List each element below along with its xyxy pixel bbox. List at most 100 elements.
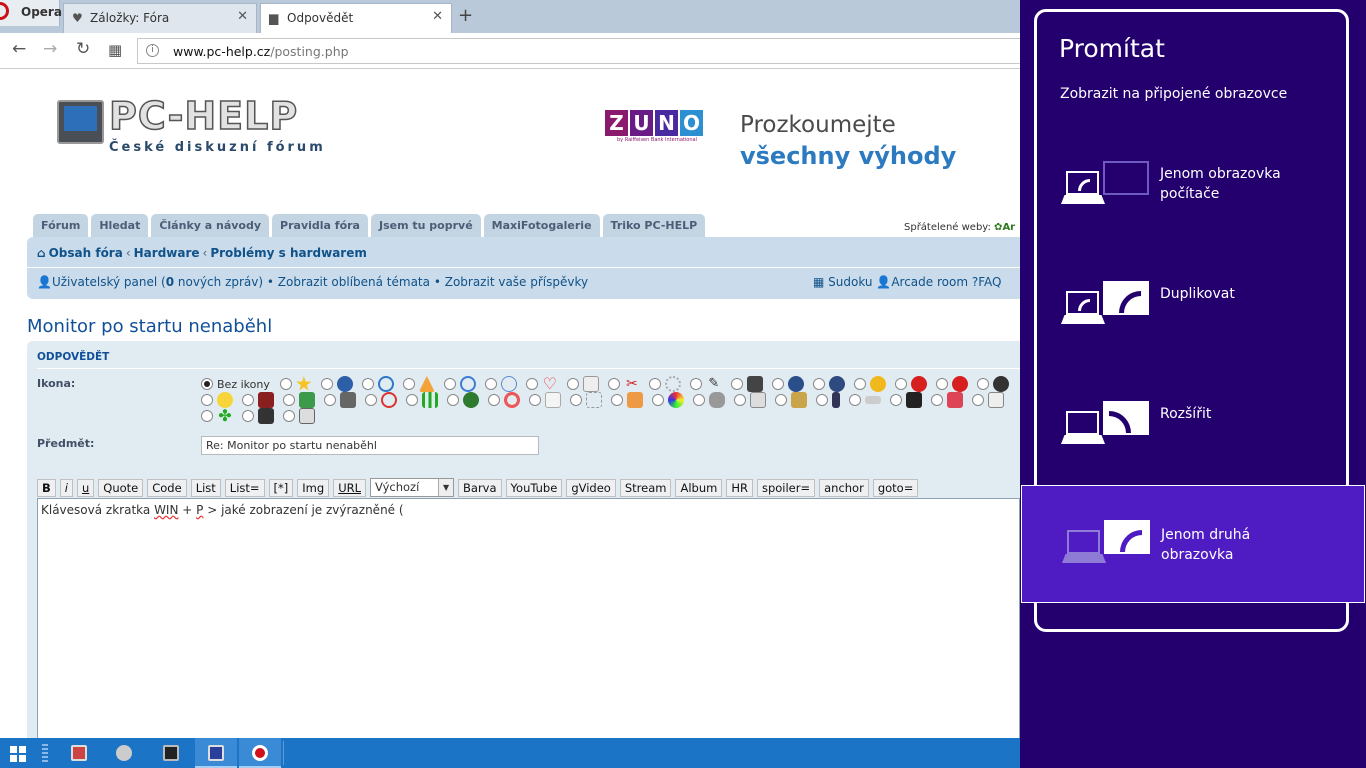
site-info-icon[interactable]: i — [146, 44, 159, 57]
spoiler-button[interactable]: spoiler= — [756, 478, 816, 497]
close-tab-icon[interactable]: ✕ — [432, 9, 443, 24]
option-duplicate[interactable]: Duplikovat — [1021, 247, 1365, 365]
icon-radio[interactable] — [976, 378, 989, 390]
icon-radio-none[interactable] — [201, 378, 213, 390]
breadcrumb-item[interactable]: Problémy s hardwarem — [210, 246, 367, 260]
icon-radio[interactable] — [931, 394, 943, 406]
url-button[interactable]: URL — [333, 478, 367, 497]
ordered-list-button[interactable]: List= — [224, 478, 265, 497]
windows-start-icon[interactable] — [10, 746, 26, 762]
icon-radio[interactable] — [361, 378, 374, 390]
message-textarea[interactable]: Klávesová zkratka WIN + P > jaké zobraze… — [37, 498, 1020, 741]
icon-radio[interactable] — [816, 394, 828, 406]
icon-radio[interactable] — [447, 394, 459, 406]
italic-button[interactable]: i — [59, 478, 73, 497]
nav-tab-first-time[interactable]: Jsem tu poprvé — [371, 214, 481, 238]
icon-radio[interactable] — [734, 394, 746, 406]
sudoku-link[interactable]: Sudoku — [828, 275, 872, 289]
icon-radio[interactable] — [566, 378, 579, 390]
forward-icon[interactable]: → — [43, 39, 57, 59]
tab-bookmarks[interactable]: ♥ Záložky: Fóra ✕ — [63, 3, 257, 33]
close-tab-icon[interactable]: ✕ — [237, 9, 248, 24]
gvideo-button[interactable]: gVideo — [566, 478, 616, 497]
goto-button[interactable]: goto= — [872, 478, 919, 497]
nav-tab-tshirt[interactable]: Triko PC-HELP — [602, 214, 706, 238]
bold-button[interactable]: B — [37, 478, 56, 497]
anchor-button[interactable]: anchor — [819, 478, 869, 497]
nav-tab-gallery[interactable]: MaxiFotogalerie — [483, 214, 600, 238]
icon-radio[interactable] — [771, 378, 784, 390]
icon-radio[interactable] — [402, 378, 415, 390]
icon-radio[interactable] — [406, 394, 418, 406]
underline-button[interactable]: u — [76, 478, 95, 497]
faq-link[interactable]: FAQ — [978, 275, 1001, 289]
icon-radio[interactable] — [890, 394, 902, 406]
icon-radio[interactable] — [607, 378, 620, 390]
option-extend[interactable]: Rozšířit — [1021, 367, 1365, 485]
site-logo[interactable]: PC-HELP České diskuzní fórum — [57, 93, 357, 160]
icon-radio[interactable] — [324, 394, 336, 406]
home-icon[interactable]: ⌂ — [37, 246, 46, 260]
icon-radio[interactable] — [283, 394, 295, 406]
icon-radio[interactable] — [812, 378, 825, 390]
stream-button[interactable]: Stream — [619, 478, 672, 497]
reload-icon[interactable]: ↻ — [76, 39, 90, 59]
hr-button[interactable]: HR — [726, 478, 753, 497]
user-panel-link[interactable]: Uživatelský panel (0 nových zpráv) — [52, 275, 263, 289]
icon-radio[interactable] — [894, 378, 907, 390]
icon-radio[interactable] — [201, 394, 213, 406]
icon-radio[interactable] — [689, 378, 702, 390]
icon-radio[interactable] — [849, 394, 861, 406]
ad-line-2[interactable]: všechny výhody — [740, 142, 956, 170]
new-tab-icon[interactable]: + — [458, 5, 473, 26]
icon-radio[interactable] — [242, 410, 254, 422]
code-button[interactable]: Code — [147, 478, 187, 497]
taskbar-camera-app[interactable] — [150, 738, 192, 768]
opera-menu-button[interactable]: Opera — [0, 0, 62, 26]
favorite-topics-link[interactable]: Zobrazit oblíbená témata — [278, 275, 430, 289]
arcade-link[interactable]: Arcade room — [891, 275, 968, 289]
icon-radio[interactable] — [775, 394, 787, 406]
icon-radio[interactable] — [283, 410, 295, 422]
option-pc-screen-only[interactable]: Jenom obrazovka počítače — [1021, 127, 1365, 245]
icon-radio[interactable] — [443, 378, 456, 390]
icon-radio[interactable] — [484, 378, 497, 390]
icon-radio[interactable] — [201, 410, 213, 422]
color-button[interactable]: Barva — [458, 478, 502, 497]
icon-radio[interactable] — [693, 394, 705, 406]
ad-line-1[interactable]: Prozkoumejte — [740, 112, 896, 138]
taskbar-save-app[interactable] — [195, 738, 237, 768]
nav-tab-rules[interactable]: Pravidla fóra — [272, 214, 368, 238]
album-button[interactable]: Album — [675, 478, 723, 497]
icon-radio[interactable] — [242, 394, 254, 406]
taskbar-network-app[interactable] — [103, 738, 145, 768]
list-button[interactable]: List — [190, 478, 221, 497]
option-second-screen-only[interactable]: Jenom druhá obrazovka — [1021, 485, 1365, 603]
ad-zuno-logo[interactable]: Z U N O by Raiffeisen Bank International — [605, 110, 705, 143]
img-button[interactable]: Img — [297, 478, 330, 497]
friend-link[interactable]: Ar — [1002, 222, 1015, 233]
back-icon[interactable]: ← — [12, 39, 26, 59]
icon-radio[interactable] — [529, 394, 541, 406]
icon-radio[interactable] — [611, 394, 623, 406]
nav-tab-search[interactable]: Hledat — [91, 214, 149, 238]
icon-radio[interactable] — [648, 378, 661, 390]
taskbar-opera-app[interactable] — [239, 738, 281, 768]
breadcrumb-item[interactable]: Hardware — [134, 246, 200, 260]
breadcrumb-item[interactable]: Obsah fóra — [49, 246, 123, 260]
icon-radio[interactable] — [365, 394, 377, 406]
icon-radio[interactable] — [570, 394, 582, 406]
list-item-button[interactable]: [*] — [268, 478, 294, 497]
quote-button[interactable]: Quote — [98, 478, 144, 497]
icon-radio[interactable] — [853, 378, 866, 390]
topic-title[interactable]: Monitor po startu nenaběhl — [27, 316, 272, 337]
icon-radio[interactable] — [652, 394, 664, 406]
youtube-button[interactable]: YouTube — [505, 478, 563, 497]
icon-radio[interactable] — [972, 394, 984, 406]
taskbar-photo-app[interactable] — [58, 738, 100, 768]
icon-radio[interactable] — [525, 378, 538, 390]
icon-radio[interactable] — [935, 378, 948, 390]
icon-radio[interactable] — [320, 378, 333, 390]
url-input[interactable]: i www.pc-help.cz/posting.php — [137, 38, 1020, 64]
font-size-select[interactable]: Výchozí ▼ — [370, 478, 455, 497]
